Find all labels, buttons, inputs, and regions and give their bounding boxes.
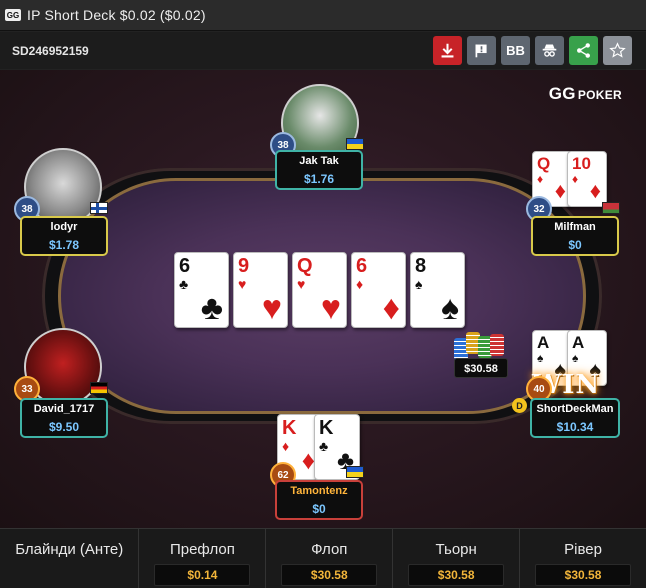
player-name: lodyr xyxy=(50,221,78,233)
player-stack: $1.78 xyxy=(48,238,80,252)
toolbar-buttons: BB xyxy=(433,36,632,65)
player-plate-tamontenz[interactable]: Tamontenz $0 xyxy=(275,480,363,520)
player-plate-milfman[interactable]: Milfman $0 xyxy=(531,216,619,256)
player-name: Tamontenz xyxy=(290,485,348,497)
pot-amount: $30.58 xyxy=(454,358,508,378)
flag-icon-tamontenz xyxy=(346,466,364,478)
player-plate-jak-tak[interactable]: Jak Tak $1.76 xyxy=(275,150,363,190)
hand-id: SD246952159 xyxy=(12,43,89,58)
window-title: IP Short Deck $0.02 ($0.02) xyxy=(27,7,206,23)
player-name: ShortDeckMan xyxy=(536,403,614,415)
player-plate-shortdeckman[interactable]: ShortDeckMan $10.34 xyxy=(530,398,620,438)
player-plate-david[interactable]: David_1717 $9.50 xyxy=(20,398,108,438)
flag-icon-milfman xyxy=(602,202,620,214)
summary-turn: Тьорн $30.58 xyxy=(393,529,521,588)
share-icon xyxy=(577,43,590,58)
poker-table-area: GG POKER 38 Jak Tak $1.76 38 lodyr $1.78 … xyxy=(0,70,646,528)
player-name: Jak Tak xyxy=(299,155,339,167)
summary-preflop: Префлоп $0.14 xyxy=(139,529,267,588)
player-name: Milfman xyxy=(554,221,596,233)
hole-card: 10 ♦ ♦ xyxy=(567,151,607,207)
download-icon xyxy=(441,43,454,58)
hand-toolbar: SD246952159 BB xyxy=(0,32,646,69)
title-bar: GG IP Short Deck $0.02 ($0.02) xyxy=(0,0,646,31)
spy-icon xyxy=(542,44,557,57)
flag-icon-lodyr xyxy=(90,202,108,214)
summary-river: Рівер $30.58 xyxy=(520,529,646,588)
report-button[interactable] xyxy=(467,36,496,65)
dealer-button: D xyxy=(512,398,527,413)
summary-flop: Флоп $30.58 xyxy=(266,529,394,588)
flag-icon xyxy=(475,44,487,58)
player-stack: $0 xyxy=(312,502,326,516)
pot-chips-icon xyxy=(452,332,510,360)
favorite-button[interactable] xyxy=(603,36,632,65)
board-card: 9 ♥ ♥ xyxy=(233,252,288,328)
flag-icon-david xyxy=(90,382,108,394)
player-stack: $10.34 xyxy=(556,420,594,434)
street-summary: Блайнди (Анте) Префлоп $0.14 Флоп $30.58 Т… xyxy=(0,528,646,588)
flag-icon-jak-tak xyxy=(346,138,364,150)
board-card: 6 ♣ ♣ xyxy=(174,252,229,328)
player-stack: $9.50 xyxy=(48,420,80,434)
board-card: 8 ♠ ♠ xyxy=(410,252,465,328)
player-stack: $1.76 xyxy=(303,172,335,186)
gg-poker-logo: GG POKER xyxy=(548,84,622,103)
player-stack: $0 xyxy=(568,238,582,252)
player-plate-lodyr[interactable]: lodyr $1.78 xyxy=(20,216,108,256)
app-window: GG IP Short Deck $0.02 ($0.02) SD2469521… xyxy=(0,0,646,588)
bb-button[interactable]: BB xyxy=(501,36,530,65)
app-logo-icon: GG xyxy=(5,9,21,21)
summary-blinds: Блайнди (Анте) xyxy=(0,529,140,588)
download-button[interactable] xyxy=(433,36,462,65)
board-card: 6 ♦ ♦ xyxy=(351,252,406,328)
anonymous-button[interactable] xyxy=(535,36,564,65)
player-name: David_1717 xyxy=(33,403,95,415)
star-icon xyxy=(609,42,626,58)
board-card: Q ♥ ♥ xyxy=(292,252,347,328)
share-button[interactable] xyxy=(569,36,598,65)
